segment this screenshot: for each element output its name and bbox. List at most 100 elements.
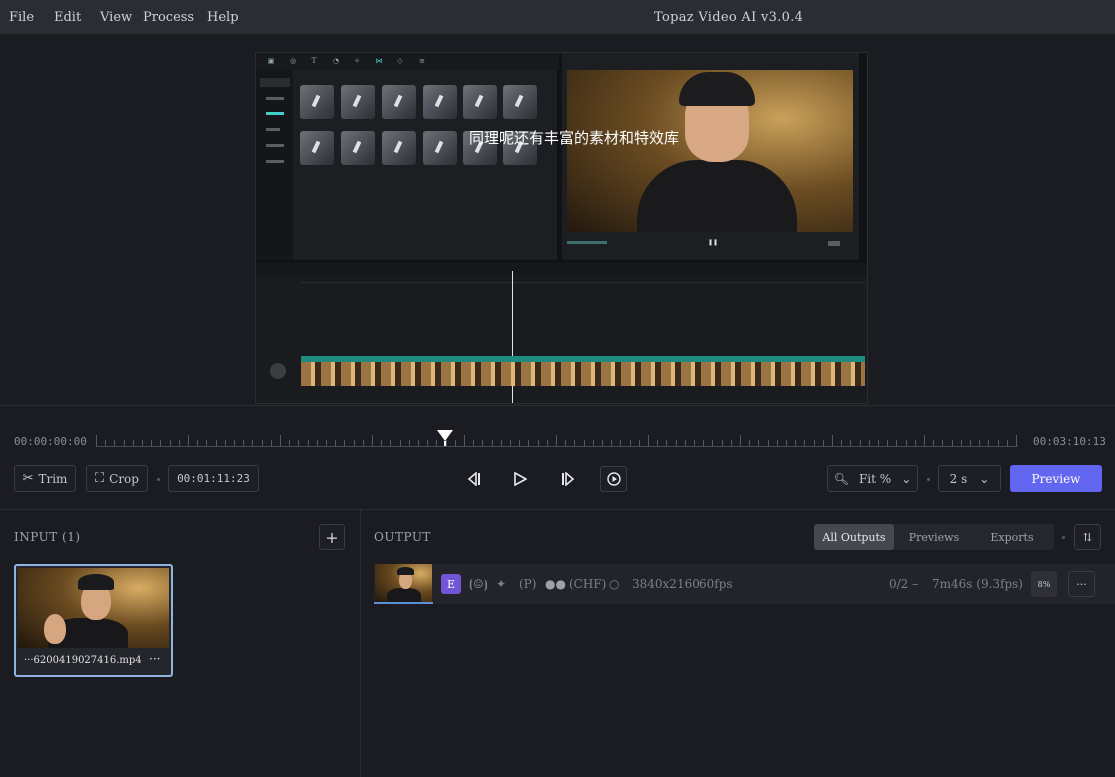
ruler-tick [381, 440, 383, 446]
ruler-tick [841, 440, 843, 446]
output-more-button[interactable]: ··· [1068, 571, 1095, 597]
add-input-button[interactable]: + [319, 524, 345, 550]
ruler-tick [473, 440, 475, 446]
ruler-tick [776, 440, 778, 446]
ruler-tick [878, 440, 879, 446]
separator-dot [157, 478, 160, 481]
ruler-tick [482, 440, 484, 446]
tab-all-outputs[interactable]: All Outputs [814, 524, 894, 550]
step-forward-icon[interactable] [555, 467, 579, 491]
ruler-tick [316, 440, 318, 446]
zoom-icon: 🔍︎ [833, 471, 849, 486]
ruler-tick [970, 440, 971, 446]
ruler-tick [96, 435, 97, 446]
ruler-tick [574, 440, 576, 446]
preview-button[interactable]: Preview [1010, 465, 1102, 492]
ruler-tick [988, 440, 990, 446]
face-icon: ⦗☺⦘ [469, 577, 488, 591]
ruler-tick [905, 440, 907, 446]
ruler-tick [261, 440, 263, 446]
ruler-tick [243, 440, 245, 446]
playhead-handle[interactable] [436, 428, 454, 446]
frame-player: ❚❚ [562, 53, 859, 260]
ruler-tick [813, 440, 815, 446]
frame-timeline [256, 263, 867, 403]
ruler-tick [721, 440, 723, 446]
tab-previews[interactable]: Previews [894, 524, 974, 550]
ruler-tick [1006, 440, 1008, 446]
loop-play-button[interactable] [600, 466, 627, 492]
output-percent: 8% [1031, 571, 1057, 597]
video-subtitle: 同理呢还有丰富的素材和特效库 [468, 129, 679, 147]
separator-dot [927, 478, 930, 481]
ruler-tick [224, 440, 226, 446]
input-thumbnail [18, 568, 169, 648]
menu-bar: File Edit View Process Help Topaz Video … [0, 0, 1115, 35]
output-thumbnail [375, 564, 432, 602]
sort-icon: ⇅ [1082, 530, 1093, 544]
ruler-tick [666, 440, 668, 446]
output-progress-count: 0/2 – [889, 577, 919, 591]
output-fps: 60fps [699, 577, 733, 591]
ruler-tick [822, 440, 824, 446]
ruler-tick [326, 440, 327, 446]
menu-help[interactable]: Help [207, 10, 239, 25]
menu-file[interactable]: File [9, 10, 34, 25]
menu-process[interactable]: Process [143, 10, 194, 25]
ruler-tick [114, 440, 116, 446]
trim-button[interactable]: ✂ Trim [14, 465, 76, 492]
ruler-tick [307, 440, 309, 446]
ruler-tick [280, 435, 281, 446]
tab-exports[interactable]: Exports [972, 524, 1052, 550]
timeline-ruler[interactable] [96, 435, 1018, 447]
step-back-icon[interactable] [463, 467, 487, 491]
ruler-tick [786, 440, 787, 446]
ruler-tick [850, 440, 852, 446]
ruler-tick [942, 440, 944, 446]
ruler-tick [657, 440, 659, 446]
play-icon[interactable] [508, 467, 532, 491]
frame-video-image [567, 70, 853, 232]
crop-button[interactable]: ⛶ Crop [86, 465, 148, 492]
ruler-tick [344, 440, 346, 446]
ruler-tick [868, 440, 870, 446]
ruler-tick [197, 440, 199, 446]
zoom-select[interactable]: 🔍︎ Fit % ⌄ [827, 465, 918, 492]
ruler-tick [464, 435, 465, 446]
input-file-card[interactable]: ···6200419027416.mp4 ··· [14, 564, 173, 677]
ruler-tick [418, 440, 419, 446]
output-filter-tabs: All Outputs Previews Exports [814, 524, 1054, 550]
crop-icon: ⛶ [95, 471, 105, 486]
panel-divider [360, 510, 361, 777]
crop-label: Crop [109, 471, 139, 486]
output-progress-bar [374, 602, 433, 604]
input-more-icon[interactable]: ··· [149, 652, 160, 666]
menu-edit[interactable]: Edit [54, 10, 81, 25]
ruler-tick [270, 440, 272, 446]
video-frame: ▣ ◎ T ◔ ✧ ⋈ ◇ ≡ ❚❚ 同理呢还有丰富的素材和特效库 [255, 52, 868, 404]
ruler-tick [556, 435, 557, 446]
current-time-field[interactable]: 00:01:11:23 [168, 465, 259, 492]
output-resolution: 3840x2160 [632, 577, 700, 591]
ruler-tick [537, 440, 539, 446]
app-title: Topaz Video AI v3.0.4 [654, 10, 804, 25]
ruler-tick [188, 435, 189, 446]
frame-editor-library: ▣ ◎ T ◔ ✧ ⋈ ◇ ≡ [256, 53, 559, 260]
ruler-tick [638, 440, 640, 446]
separator-dot [1062, 536, 1065, 539]
plus-icon: + [325, 527, 339, 547]
video-viewer[interactable]: ▣ ◎ T ◔ ✧ ⋈ ◇ ≡ ❚❚ 同理呢还有丰富的素材和特效库 [0, 35, 1115, 405]
preview-duration-select[interactable]: 2 s ⌄ [938, 465, 1001, 492]
ruler-tick [519, 440, 521, 446]
sparkle-icon: ✦ [496, 577, 507, 591]
output-eta: 7m46s (9.3fps) [932, 577, 1023, 591]
sort-button[interactable]: ⇅ [1074, 524, 1101, 550]
ruler-tick [491, 440, 493, 446]
menu-view[interactable]: View [100, 10, 132, 25]
ruler-tick [758, 440, 760, 446]
ruler-tick [454, 440, 456, 446]
ruler-tick [105, 440, 107, 446]
ruler-tick [684, 440, 686, 446]
chevron-down-icon: ⌄ [901, 471, 912, 486]
ruler-tick [675, 440, 677, 446]
